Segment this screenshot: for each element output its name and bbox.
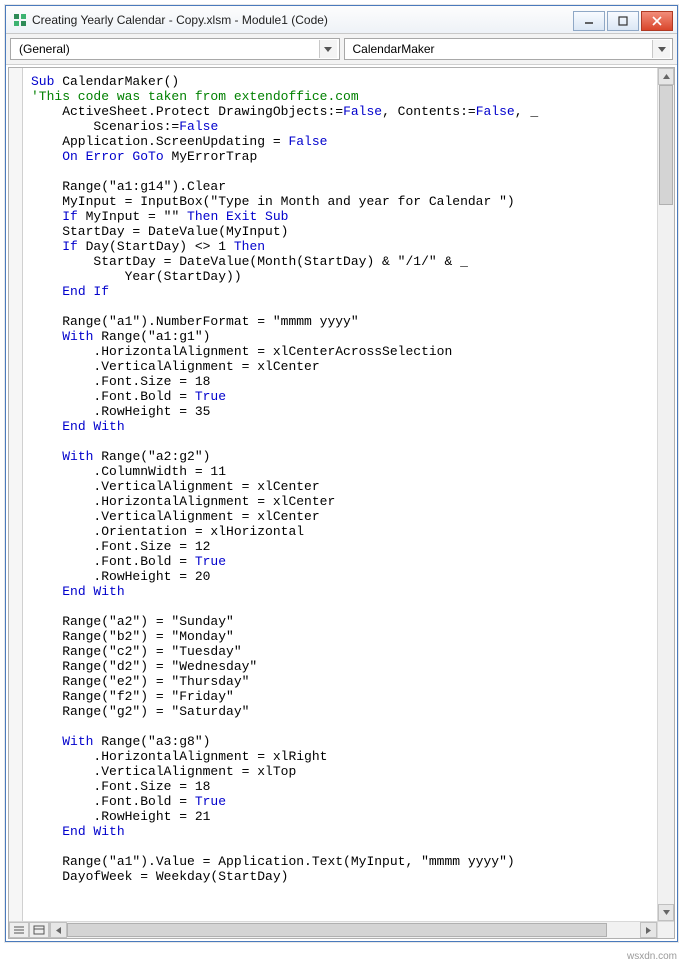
chevron-down-icon: [652, 40, 670, 58]
scroll-thumb[interactable]: [67, 923, 607, 937]
full-module-view-button[interactable]: [29, 922, 49, 938]
chevron-down-icon: [319, 40, 337, 58]
object-dropdown-value: (General): [19, 42, 319, 56]
code-window: Creating Yearly Calendar - Copy.xlsm - M…: [5, 5, 678, 942]
vertical-scrollbar[interactable]: [657, 68, 674, 921]
titlebar[interactable]: Creating Yearly Calendar - Copy.xlsm - M…: [6, 6, 677, 34]
procedure-dropdown[interactable]: CalendarMaker: [344, 38, 674, 60]
view-mode-buttons: [9, 922, 50, 938]
scroll-up-button[interactable]: [658, 68, 674, 85]
scroll-track[interactable]: [67, 922, 640, 938]
scroll-left-button[interactable]: [50, 922, 67, 938]
maximize-button[interactable]: [607, 11, 639, 31]
scroll-thumb[interactable]: [659, 85, 673, 205]
scroll-right-button[interactable]: [640, 922, 657, 938]
minimize-button[interactable]: [573, 11, 605, 31]
app-icon: [12, 12, 28, 28]
code-editor[interactable]: Sub CalendarMaker() 'This code was taken…: [23, 68, 674, 938]
window-title: Creating Yearly Calendar - Copy.xlsm - M…: [32, 13, 573, 27]
scrollbar-corner: [657, 921, 674, 938]
close-button[interactable]: [641, 11, 673, 31]
dropdown-row: (General) CalendarMaker: [6, 34, 677, 65]
margin-indicator[interactable]: [9, 68, 23, 938]
scroll-track[interactable]: [658, 85, 674, 904]
watermark: wsxdn.com: [627, 951, 677, 962]
horizontal-scrollbar[interactable]: [9, 921, 657, 938]
window-buttons: [573, 8, 677, 31]
procedure-dropdown-value: CalendarMaker: [353, 42, 653, 56]
scroll-down-button[interactable]: [658, 904, 674, 921]
code-area: Sub CalendarMaker() 'This code was taken…: [8, 67, 675, 939]
procedure-view-button[interactable]: [9, 922, 29, 938]
object-dropdown[interactable]: (General): [10, 38, 340, 60]
